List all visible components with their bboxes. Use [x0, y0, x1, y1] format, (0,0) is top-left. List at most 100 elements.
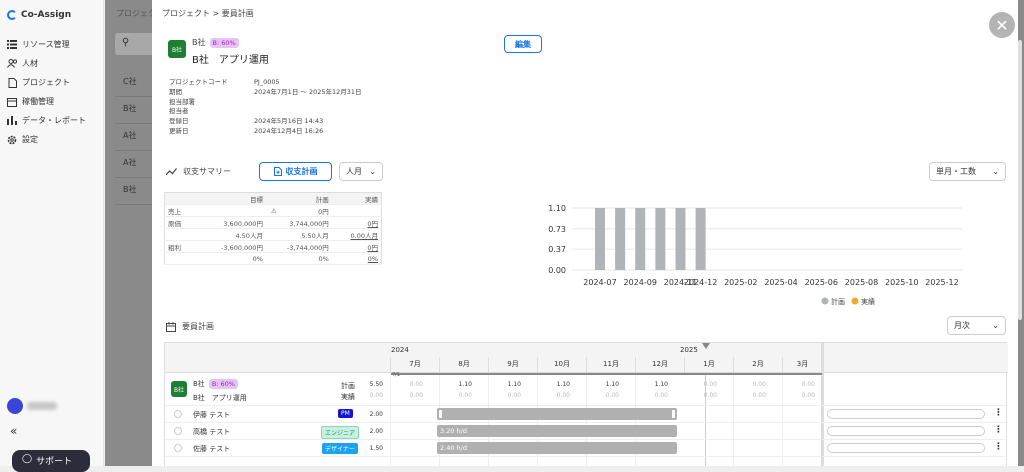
- background-row: B社: [115, 178, 155, 205]
- chevron-down-icon: ⌄: [992, 167, 999, 176]
- add-circle-icon[interactable]: [174, 444, 182, 452]
- x-tick-label: 2025-06: [805, 278, 838, 287]
- comment-input[interactable]: [827, 426, 985, 436]
- range-select[interactable]: 単月・工数 ⌄: [929, 162, 1006, 181]
- project-title: B社 アプリ運用: [192, 55, 269, 66]
- unit-select[interactable]: 人月 ⌄: [339, 162, 383, 181]
- user-menu[interactable]: [7, 398, 57, 414]
- close-button[interactable]: ✕: [989, 12, 1015, 38]
- table-row: 売上 ⚠ 0円: [164, 204, 382, 217]
- plan-label: 計画: [341, 382, 355, 390]
- add-circle-icon[interactable]: [174, 410, 182, 418]
- scrollbar[interactable]: [1018, 40, 1022, 320]
- col-actual: 実績: [331, 192, 382, 205]
- month-header: 1月: [684, 357, 733, 373]
- y-tick-label: 1.10: [548, 204, 566, 213]
- month-header: 12月: [635, 357, 684, 373]
- summary-chart: 0.000.370.731.102024-07 2024-09 2024-11202…: [548, 204, 962, 306]
- month-actual: 0.00: [605, 392, 619, 399]
- legend-marker: [851, 297, 859, 305]
- member-total: 2.00: [369, 411, 383, 418]
- client-label: B社: [192, 38, 206, 47]
- x-tick-label: 2025-12: [925, 278, 958, 287]
- finance-plan-button[interactable]: 収支計画: [259, 162, 332, 181]
- support-button[interactable]: ◯ サポート: [12, 450, 90, 472]
- bar-計画: [595, 208, 605, 270]
- sidebar-item-report[interactable]: データ・レポート: [7, 111, 99, 130]
- summary-header: 収支サマリー: [166, 166, 231, 177]
- brand-logo[interactable]: Co-Assign: [7, 10, 71, 20]
- month-header: 7月: [390, 357, 439, 373]
- allocation-tag: B: 60%: [209, 38, 239, 48]
- assignment-bar[interactable]: [437, 408, 677, 420]
- sidebar-item-settings[interactable]: 設定: [7, 130, 99, 149]
- target-value: 4.50人月: [204, 228, 266, 241]
- bar-計画: [675, 208, 686, 270]
- collapse-sidebar-button[interactable]: «: [10, 424, 17, 438]
- assignment-bar[interactable]: 2.40 h/d: [437, 442, 677, 454]
- actual-value: [331, 204, 382, 217]
- background-search: ⚲: [115, 33, 155, 55]
- bar-chart-icon: [7, 116, 17, 126]
- legend-marker: [821, 297, 829, 305]
- client-label: B社: [193, 380, 205, 388]
- col-target: 目標: [204, 192, 266, 205]
- actual-link[interactable]: 0%: [331, 252, 382, 265]
- member-name[interactable]: 高橋 テスト: [193, 427, 230, 437]
- background-table: C社 B社 A社 A社 B社: [115, 70, 155, 205]
- sidebar-item-people[interactable]: 人材: [7, 54, 99, 73]
- logo-icon: [7, 10, 17, 20]
- sidebar-item-resource[interactable]: リソース管理: [7, 35, 99, 54]
- close-icon: ✕: [995, 15, 1009, 35]
- actual-link[interactable]: 0円: [331, 240, 382, 253]
- view-select[interactable]: 月次 ⌄: [947, 316, 1006, 335]
- row-label: 売上: [164, 204, 205, 217]
- chevron-down-icon: ⌄: [992, 321, 999, 330]
- trend-icon: [166, 167, 177, 175]
- background-row: A社: [115, 124, 155, 151]
- edit-button[interactable]: 編集: [504, 35, 542, 53]
- range-select-value: 単月・工数: [936, 167, 976, 176]
- add-circle-icon[interactable]: [174, 427, 182, 435]
- sidebar-item-project[interactable]: プロジェクト: [7, 73, 99, 92]
- month-plan: 0.00: [801, 381, 815, 388]
- month-actual: 0.00: [654, 392, 668, 399]
- more-options-icon[interactable]: ⋮: [994, 442, 1003, 452]
- assignment-bar[interactable]: 3.20 h/d: [437, 425, 677, 437]
- comment-input[interactable]: [827, 443, 985, 453]
- member-name[interactable]: 佐藤 テスト: [193, 444, 230, 454]
- document-icon: [7, 77, 17, 88]
- table-row: 4.50人月 5.50人月 0.00人月: [164, 228, 382, 241]
- period-line: [391, 373, 822, 375]
- project-info: プロジェクトコード PJ_0005 期間 2024年7月1日 ～ 2025年12月3…: [169, 78, 362, 137]
- actual-link[interactable]: 0.00人月: [331, 228, 382, 241]
- month-actual: 0.00: [703, 392, 717, 399]
- user-name-redacted: [27, 402, 57, 410]
- summary-title: 収支サマリー: [183, 167, 231, 176]
- month-plan: 0.00: [703, 381, 717, 388]
- member-name[interactable]: 伊藤 テスト: [193, 410, 230, 420]
- target-value: 0%: [204, 252, 266, 265]
- support-label: サポート: [36, 457, 73, 467]
- month-header: 8月: [439, 357, 488, 373]
- y-tick-label: 0.00: [548, 266, 566, 275]
- resize-handle-left[interactable]: [439, 410, 442, 418]
- actual-link[interactable]: 0円: [331, 216, 382, 229]
- resize-handle-right[interactable]: [672, 410, 675, 418]
- row-label: 原価: [164, 216, 205, 229]
- month-plan: 1.10: [654, 381, 668, 388]
- plan-value: 5.50人月: [281, 228, 332, 241]
- summary-header-row: 目標 計画 実績: [164, 192, 382, 205]
- comment-input[interactable]: [827, 409, 985, 419]
- info-value: 2024年7月1日 ～ 2025年12月31日: [254, 87, 362, 96]
- period-start-marker: 7/1: [392, 372, 401, 378]
- background-row: C社: [115, 70, 155, 97]
- client-badge: B社: [168, 40, 186, 58]
- people-icon: [7, 59, 17, 69]
- sidebar-item-label: プロジェクト: [22, 78, 70, 87]
- more-options-icon[interactable]: ⋮: [994, 408, 1003, 418]
- sidebar-item-label: リソース管理: [22, 40, 70, 49]
- sidebar-item-operation[interactable]: 稼働管理: [7, 92, 99, 111]
- more-options-icon[interactable]: ⋮: [994, 425, 1003, 435]
- legend-label: 計画: [831, 297, 845, 306]
